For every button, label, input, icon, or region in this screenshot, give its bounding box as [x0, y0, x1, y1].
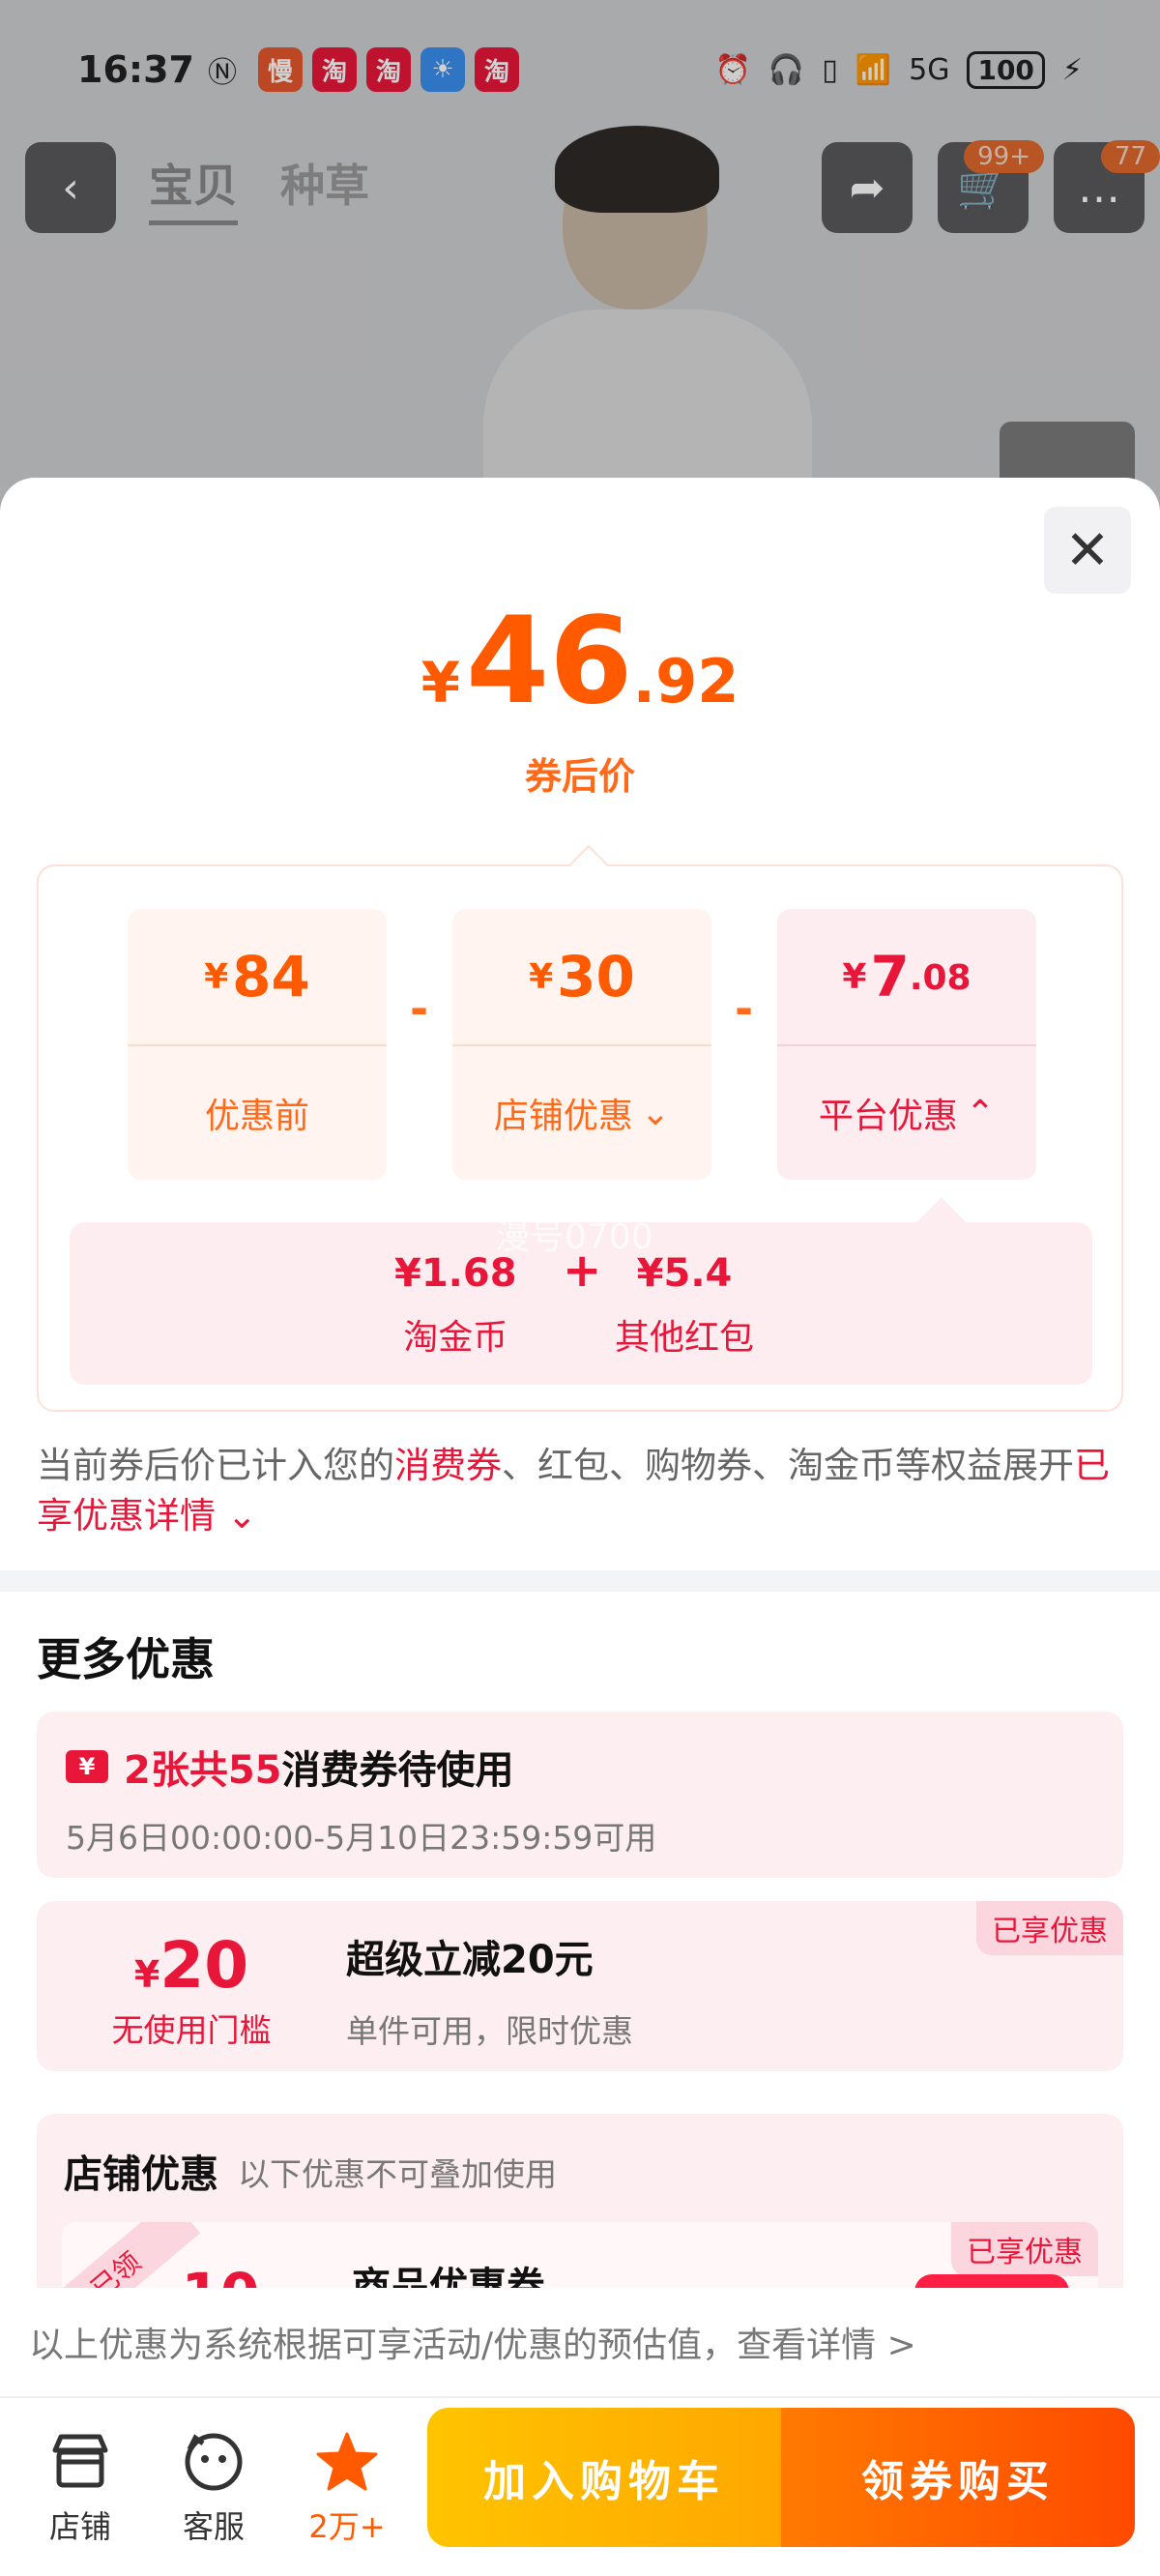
product-page-background: 16:37 Ⓝ 慢 淘 淘 ☀ 淘 ⏰ 🎧 ▯ 📶 5G 100 ⚡ ‹ 宝贝 …: [0, 0, 1160, 542]
platform-discount-label: 平台优惠: [818, 1097, 958, 1136]
chevron-down-icon[interactable]: ⌄: [216, 1495, 257, 1537]
deal-subtitle: 单件可用，限时优惠: [346, 2012, 633, 2050]
taojinbi-amount: ¥1.68: [394, 1251, 517, 1296]
coupon-count: 2张共55: [124, 1748, 282, 1793]
platform-discount-card[interactable]: ¥ 7 .08 平台优惠 ⌃: [777, 909, 1036, 1180]
enjoyed-tag: 已享优惠: [976, 1901, 1123, 1955]
close-button[interactable]: ✕: [1044, 507, 1131, 594]
shop-label: 店铺: [48, 2508, 111, 2545]
deal-title: 超级立减20元: [346, 1938, 594, 1982]
minus-sign: -: [410, 982, 429, 1035]
price-integer: 46: [465, 592, 633, 731]
price-currency: ¥: [420, 650, 460, 716]
red-packet-amount: ¥5.4: [636, 1251, 733, 1296]
deal-condition: 无使用门槛: [111, 2011, 272, 2049]
coupon-suffix: 消费券待使用: [281, 1748, 514, 1793]
currency-symbol: ¥: [204, 956, 229, 997]
price-breakdown: ¥ 84 优惠前 - ¥ 30 店铺优惠 ⌄ - ¥ 7 .08 平台优惠 ⌃ …: [37, 844, 1123, 1412]
currency-symbol: ¥: [842, 956, 867, 997]
consumer-coupon-card[interactable]: ¥ 2张共55 消费券待使用 5月6日00:00:00-5月10日23:59:5…: [37, 1712, 1123, 1878]
favorite-count: 2万+: [308, 2508, 386, 2545]
note-text: 当前券后价已计入您的: [37, 1445, 394, 1486]
purchase-buttons: 加入购物车 领券购买: [427, 2408, 1135, 2547]
shop-discount-card[interactable]: ¥ 30 店铺优惠 ⌄: [452, 909, 711, 1180]
section-divider: [0, 1570, 1160, 1592]
chevron-down-icon: ⌄: [640, 1093, 671, 1133]
service-label: 客服: [182, 2508, 245, 2545]
red-packet-item: ¥5.4 其他红包: [615, 1251, 754, 1360]
final-price: ¥ 46 .92 券后价: [0, 601, 1160, 800]
bottom-action-bar: 店铺 客服 2万+ 加入购物车 领券购买: [0, 2398, 1160, 2576]
taojinbi-label: 淘金币: [403, 1318, 508, 1358]
currency-symbol: ¥: [529, 956, 554, 997]
original-price-value: 84: [232, 944, 310, 1010]
chevron-up-icon: ⌃: [965, 1093, 996, 1133]
price-detail-sheet: ✕ ¥ 46 .92 券后价 ¥ 84 优惠前 - ¥ 30 店铺优惠 ⌄ - …: [0, 478, 1160, 2576]
platform-discount-detail: 漫号0700 ¥1.68 淘金币 + ¥5.4 其他红包: [70, 1197, 1092, 1385]
note-text: 、红包、购物券、淘金币等权益展开: [502, 1445, 1074, 1486]
price-decimal: .92: [632, 646, 740, 717]
price-label: 券后价: [524, 755, 635, 798]
store-icon: [27, 2425, 133, 2499]
taojinbi-item: ¥1.68 淘金币: [394, 1251, 517, 1360]
platform-discount-integer: 7: [870, 944, 910, 1010]
add-to-cart-button[interactable]: 加入购物车: [427, 2408, 781, 2547]
currency-symbol: ¥: [133, 1953, 160, 1996]
coupon-validity: 5月6日00:00:00-5月10日23:59:59可用: [66, 1819, 657, 1857]
customer-service-entry[interactable]: 客服: [160, 2425, 267, 2547]
more-discounts-title: 更多优惠: [37, 1633, 215, 1685]
original-price-label: 优惠前: [204, 1097, 309, 1136]
enjoyed-tag: 已享优惠: [951, 2222, 1098, 2276]
star-icon: [294, 2425, 400, 2499]
shop-discount-note: 以下优惠不可叠加使用: [238, 2155, 557, 2193]
minus-sign: -: [735, 982, 754, 1035]
consumer-coupon-link[interactable]: 消费券: [394, 1445, 502, 1486]
shop-entry[interactable]: 店铺: [27, 2425, 133, 2547]
deal-amount: 20: [160, 1928, 249, 2003]
price-note: 当前券后价已计入您的消费券、红包、购物券、淘金币等权益展开已享优惠详情 ⌄: [37, 1441, 1123, 1541]
shop-discount-title: 店铺优惠: [64, 2152, 218, 2197]
estimate-disclaimer[interactable]: 以上优惠为系统根据可享活动/优惠的预估值，查看详情 >: [0, 2288, 1160, 2398]
claim-and-buy-button[interactable]: 领券购买: [781, 2408, 1135, 2547]
plus-sign: +: [563, 1244, 602, 1298]
ticket-icon: ¥: [66, 1750, 108, 1783]
original-price-card: ¥ 84 优惠前: [128, 909, 387, 1180]
red-packet-label: 其他红包: [615, 1318, 755, 1358]
platform-discount-decimal: .08: [909, 958, 972, 998]
shop-discount-value: 30: [557, 944, 635, 1010]
service-icon: [160, 2425, 267, 2499]
close-icon: ✕: [1064, 518, 1111, 582]
favorite-entry[interactable]: 2万+: [294, 2425, 400, 2547]
shop-discount-label: 店铺优惠: [493, 1097, 633, 1136]
instant-discount-card[interactable]: ¥20 无使用门槛 超级立减20元 单件可用，限时优惠 已享优惠: [37, 1901, 1123, 2071]
